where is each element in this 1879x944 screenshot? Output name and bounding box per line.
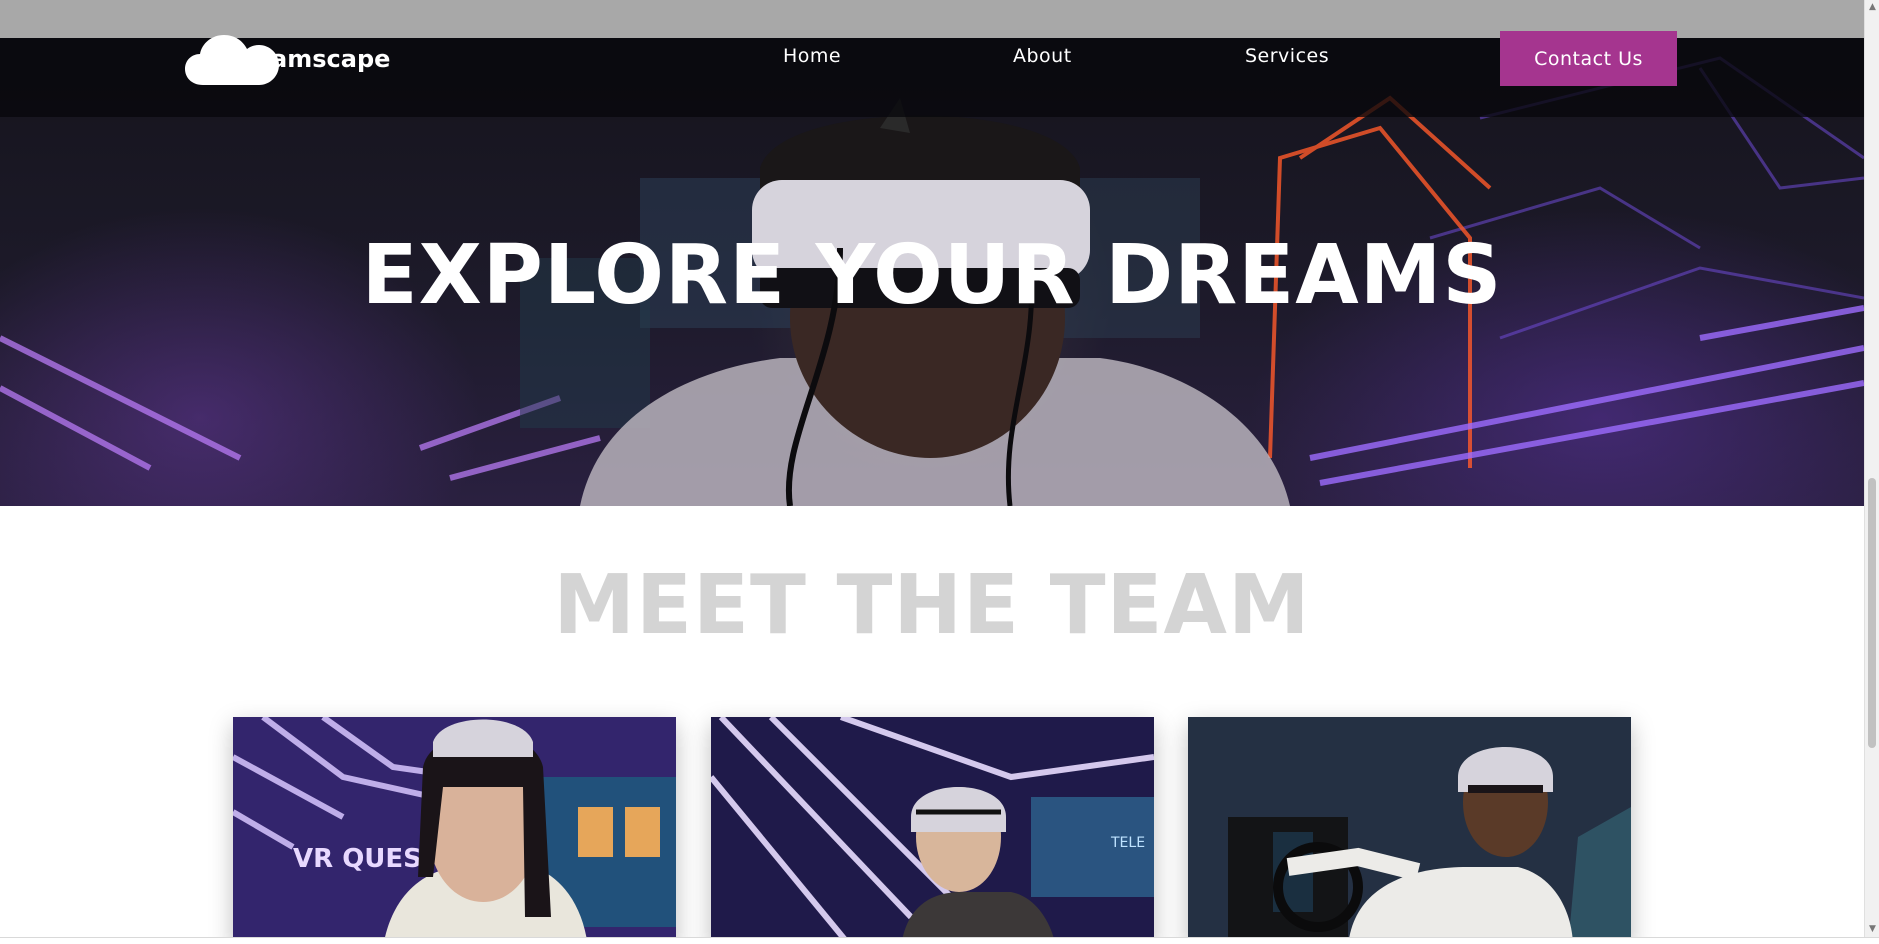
nav-home[interactable]: Home [783,45,841,73]
page-viewport: Dreamscape Home About Services Contact U… [0,0,1864,937]
team-section-title: MEET THE TEAM [553,558,1311,653]
vr-quest-sign: VR QUEST [293,844,440,874]
scroll-up-arrow-icon[interactable]: ▲ [1865,0,1879,15]
hero-title: EXPLORE YOUR DREAMS [361,228,1503,323]
scroll-down-arrow-icon[interactable]: ▼ [1865,922,1879,937]
team-member-photo-3 [1188,717,1631,937]
team-member-photo-2: TELE [711,717,1154,937]
team-card-2[interactable]: TELE [711,717,1154,937]
contact-us-button[interactable]: Contact Us [1500,31,1677,86]
nav-about[interactable]: About [1013,45,1072,73]
scrollbar-thumb[interactable] [1868,478,1876,748]
team-card-3[interactable] [1188,717,1631,937]
vertical-scrollbar[interactable]: ▲ ▼ [1864,0,1879,937]
brand-name: Dreamscape [223,45,391,73]
tele-sign: TELE [1110,835,1145,851]
nav-services[interactable]: Services [1245,45,1329,73]
team-card-1[interactable]: VR QUEST [233,717,676,937]
team-member-photo-1: VR QUEST [233,717,676,937]
brand-logo[interactable]: Dreamscape [185,33,390,85]
